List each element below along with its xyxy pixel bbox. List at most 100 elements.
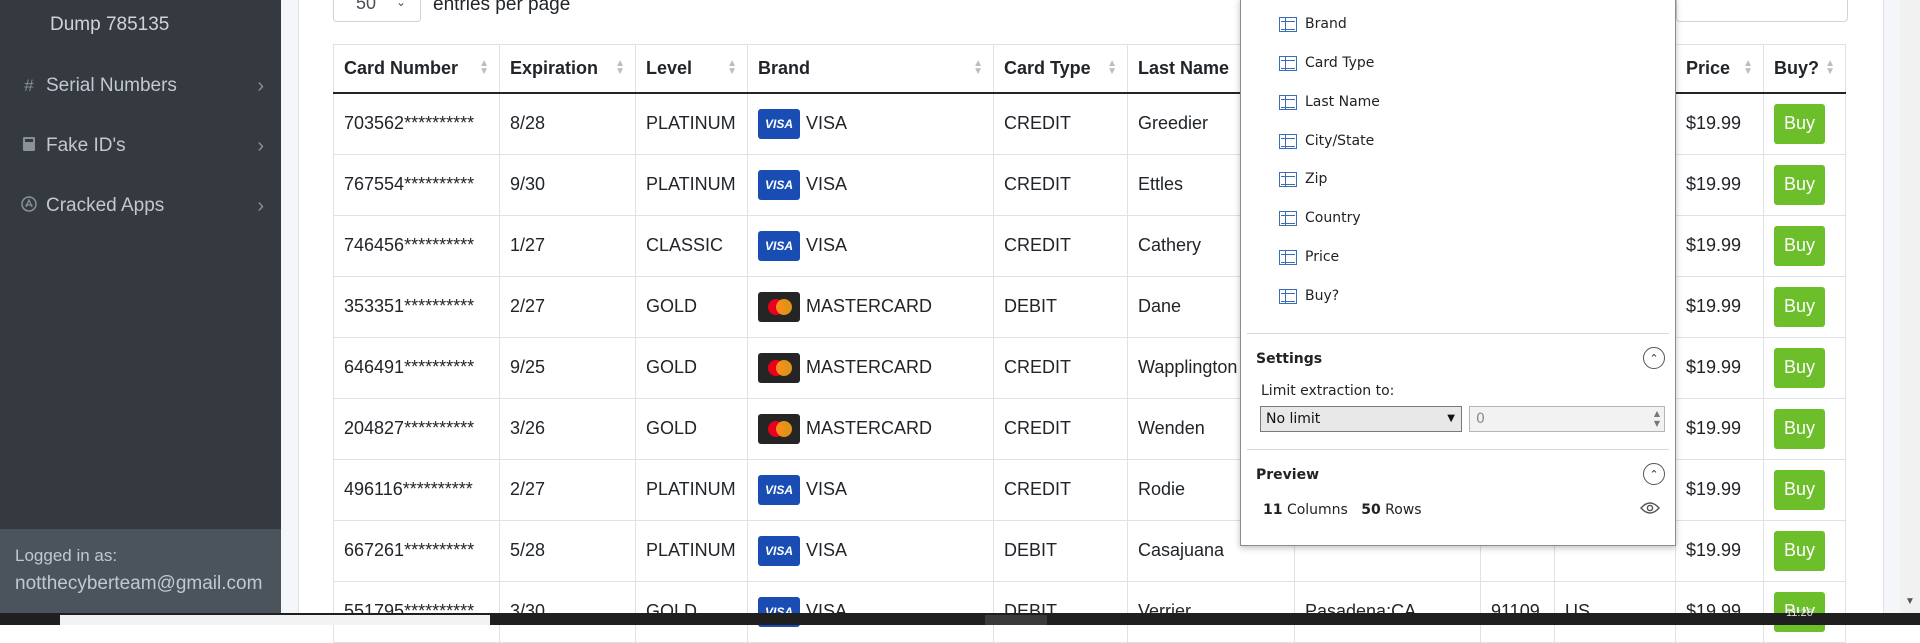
- extraction-panel: Brand Card Type Last Name City/State Zip…: [1240, 0, 1676, 546]
- column-header-card-number[interactable]: Card Number ▲ ▼: [333, 44, 500, 94]
- brand-label: MASTERCARD: [806, 357, 933, 377]
- preview-stats: 11 Columns 50 Rows: [1263, 502, 1422, 518]
- expiration-cell: 8/28: [499, 92, 636, 155]
- eye-icon[interactable]: [1640, 501, 1660, 515]
- preview-collapse-button[interactable]: ⌃: [1643, 463, 1665, 485]
- entries-per-page-select[interactable]: 50 ⌄: [333, 0, 421, 22]
- brand-cell: VISA VISA: [747, 520, 994, 582]
- spinner-icon[interactable]: ▲ ▼: [1654, 409, 1660, 429]
- table-column-icon: [1279, 249, 1297, 265]
- card-type-cell: DEBIT: [993, 276, 1128, 338]
- level-cell: GOLD: [635, 581, 748, 643]
- price-cell: $19.99: [1675, 459, 1764, 521]
- expiration-cell: 1/27: [499, 215, 636, 277]
- card-number-cell: 667261**********: [333, 520, 500, 582]
- expiration-cell: 2/27: [499, 459, 636, 521]
- chevron-down-icon: ⌄: [395, 0, 406, 9]
- buy-cell: Buy: [1763, 92, 1846, 155]
- card-number-cell: 496116**********: [333, 459, 500, 521]
- expiration-cell: 9/25: [499, 337, 636, 399]
- level-cell: PLATINUM: [635, 154, 748, 216]
- level-cell: GOLD: [635, 398, 748, 460]
- scroll-down-icon[interactable]: ▼: [1905, 596, 1915, 607]
- settings-collapse-button[interactable]: ⌃: [1643, 347, 1665, 369]
- card-number-cell: 551795**********: [333, 581, 500, 643]
- expiration-cell: 3/30: [499, 581, 636, 643]
- search-input[interactable]: [1676, 0, 1848, 22]
- buy-cell: Buy: [1763, 276, 1846, 338]
- dropdown-arrow-icon: ▼: [1447, 413, 1455, 424]
- last-name-cell: Verrier: [1127, 581, 1295, 643]
- sidebar-item-cracked-apps[interactable]: Cracked Apps ›: [18, 191, 268, 221]
- taskbar-app-button[interactable]: [985, 615, 1047, 625]
- sort-icon: ▲ ▼: [615, 58, 625, 77]
- panel-column-item[interactable]: Price: [1279, 246, 1339, 268]
- table-column-icon: [1279, 94, 1297, 110]
- sort-icon: ▲ ▼: [479, 58, 489, 77]
- table-column-icon: [1279, 133, 1297, 149]
- panel-column-item[interactable]: City/State: [1279, 130, 1374, 152]
- buy-button[interactable]: Buy: [1774, 530, 1825, 571]
- panel-column-item[interactable]: Card Type: [1279, 52, 1374, 74]
- level-cell: GOLD: [635, 276, 748, 338]
- column-header-buy[interactable]: Buy? ▲ ▼: [1763, 44, 1846, 94]
- panel-column-item[interactable]: Buy?: [1279, 285, 1339, 307]
- chevron-right-icon: ›: [257, 74, 264, 97]
- sidebar-item-fake-ids[interactable]: Fake ID's ›: [18, 131, 268, 161]
- buy-button[interactable]: Buy: [1774, 469, 1825, 510]
- card-type-cell: DEBIT: [993, 581, 1128, 643]
- expiration-cell: 3/26: [499, 398, 636, 460]
- taskbar-search[interactable]: [60, 615, 490, 625]
- buy-button[interactable]: Buy: [1774, 286, 1825, 327]
- card-type-cell: CREDIT: [993, 337, 1128, 399]
- column-header-brand[interactable]: Brand ▲ ▼: [747, 44, 994, 94]
- limit-count-input[interactable]: 0 ▲ ▼: [1469, 406, 1665, 432]
- page-scrollbar[interactable]: ▼: [1900, 0, 1920, 613]
- panel-column-item[interactable]: Brand: [1279, 13, 1347, 35]
- buy-button[interactable]: Buy: [1774, 164, 1825, 205]
- panel-divider: [1247, 449, 1669, 450]
- panel-divider: [1247, 333, 1669, 334]
- buy-button[interactable]: Buy: [1774, 103, 1825, 144]
- panel-column-item[interactable]: Last Name: [1279, 91, 1380, 113]
- table-column-icon: [1279, 288, 1297, 304]
- visa-logo-icon: VISA: [758, 108, 800, 139]
- brand-cell: VISA VISA: [747, 154, 994, 216]
- level-cell: PLATINUM: [635, 459, 748, 521]
- sidebar-item-serial-numbers[interactable]: # Serial Numbers ›: [18, 71, 268, 101]
- card-number-cell: 646491**********: [333, 337, 500, 399]
- sidebar-item-dump[interactable]: Dump 785135: [50, 14, 169, 36]
- limit-extraction-select[interactable]: No limit ▼: [1260, 406, 1462, 432]
- app-store-icon: [18, 195, 40, 217]
- price-cell: $19.99: [1675, 215, 1764, 277]
- table-column-icon: [1279, 55, 1297, 71]
- price-cell: $19.99: [1675, 154, 1764, 216]
- buy-cell: Buy: [1763, 459, 1846, 521]
- column-header-expiration[interactable]: Expiration ▲ ▼: [499, 44, 636, 94]
- preview-title: Preview: [1256, 467, 1320, 483]
- card-type-cell: CREDIT: [993, 215, 1128, 277]
- buy-cell: Buy: [1763, 337, 1846, 399]
- buy-button[interactable]: Buy: [1774, 408, 1825, 449]
- panel-column-item[interactable]: Country: [1279, 207, 1361, 229]
- column-header-price[interactable]: Price ▲ ▼: [1675, 44, 1764, 94]
- table-column-icon: [1279, 16, 1297, 32]
- buy-button[interactable]: Buy: [1774, 225, 1825, 266]
- brand-cell: VISA VISA: [747, 459, 994, 521]
- logged-in-email: notthecyberteam@gmail.com: [15, 573, 263, 594]
- price-cell: $19.99: [1675, 581, 1764, 643]
- column-header-level[interactable]: Level ▲ ▼: [635, 44, 748, 94]
- limit-extraction-label: Limit extraction to:: [1261, 383, 1395, 399]
- brand-label: MASTERCARD: [806, 296, 933, 316]
- zip-cell: 91109: [1480, 581, 1555, 643]
- buy-button[interactable]: Buy: [1774, 347, 1825, 388]
- hash-icon: #: [24, 76, 34, 95]
- brand-cell: MASTERCARD: [747, 398, 994, 460]
- panel-column-item[interactable]: Zip: [1279, 168, 1327, 190]
- brand-cell: VISA VISA: [747, 215, 994, 277]
- card-number-cell: 746456**********: [333, 215, 500, 277]
- buy-cell: Buy: [1763, 520, 1846, 582]
- visa-logo-icon: VISA: [758, 169, 800, 200]
- visa-logo-icon: VISA: [758, 230, 800, 261]
- column-header-card-type[interactable]: Card Type ▲ ▼: [993, 44, 1128, 94]
